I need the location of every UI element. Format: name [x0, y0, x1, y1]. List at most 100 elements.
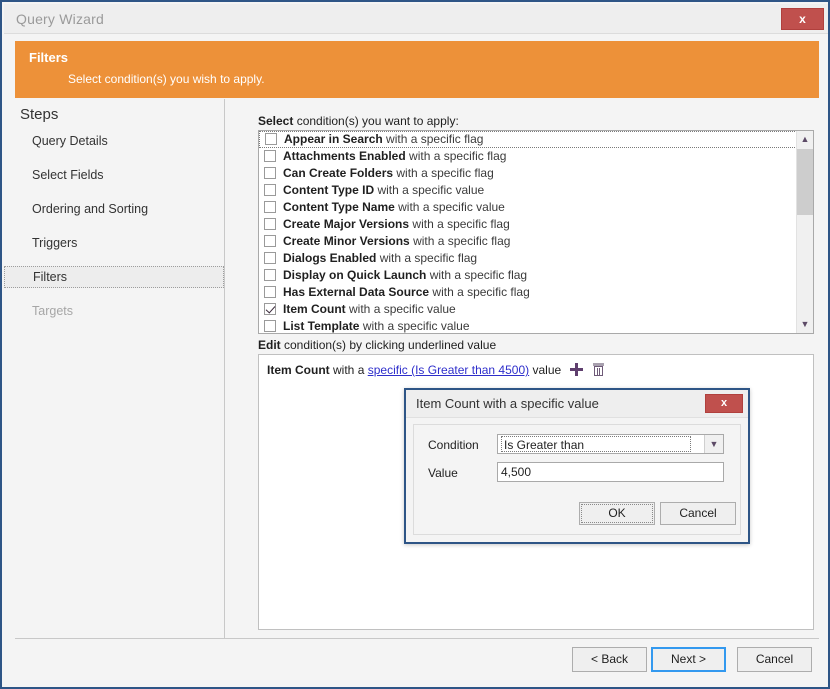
condition-list-item[interactable]: Create Minor Versions with a specific fl…	[259, 233, 797, 250]
condition-descriptor: with a specific flag	[412, 217, 510, 231]
page-banner: Filters Select condition(s) you wish to …	[15, 41, 819, 98]
steps-sidebar: Steps Query Details Select Fields Ordering…	[4, 99, 224, 638]
checkbox-icon[interactable]	[264, 320, 276, 332]
condition-name: Create Major Versions	[283, 217, 410, 231]
window-titlebar: Query Wizard x	[4, 4, 828, 34]
conditions-list: Appear in Search with a specific flag Att…	[259, 131, 797, 333]
condition-list-item[interactable]: List Template with a specific value	[259, 318, 797, 333]
sidebar-item-label: Triggers	[32, 236, 78, 250]
checkbox-icon[interactable]	[264, 252, 276, 264]
condition-descriptor: with a specific flag	[386, 132, 484, 146]
dialog-ok-button[interactable]: OK	[579, 502, 655, 525]
item-count-dialog: Item Count with a specific value x Condi…	[404, 388, 750, 544]
condition-list-item[interactable]: Appear in Search with a specific flag	[259, 131, 797, 148]
condition-name: Has External Data Source	[283, 285, 430, 299]
select-conditions-label-bold: Select	[258, 114, 294, 128]
condition-list-item[interactable]: Content Type ID with a specific value	[259, 182, 797, 199]
value-field-label: Value	[428, 466, 458, 480]
condition-descriptor: with a specific flag	[379, 251, 478, 265]
sidebar-item-label: Targets	[32, 304, 73, 318]
checkbox-icon[interactable]	[264, 218, 276, 230]
condition-descriptor: with a specific flag	[409, 149, 507, 163]
condition-descriptor: with a specific value	[398, 200, 505, 214]
sidebar-item-label: Select Fields	[32, 168, 104, 182]
condition-descriptor: with a specific flag	[396, 166, 494, 180]
select-conditions-label-rest: condition(s) you want to apply:	[293, 114, 459, 128]
condition-list-item[interactable]: Content Type Name with a specific value	[259, 199, 797, 216]
sidebar-item-query-details[interactable]: Query Details	[4, 130, 224, 152]
checkbox-icon[interactable]	[264, 167, 276, 179]
sidebar-item-targets: Targets	[4, 300, 224, 322]
filters-panel: Select condition(s) you want to apply: A…	[226, 99, 828, 638]
edit-conditions-label-bold: Edit	[258, 338, 281, 352]
checkbox-checked-icon[interactable]	[264, 303, 276, 315]
condition-name: Dialogs Enabled	[283, 251, 377, 265]
condition-select[interactable]: Is Greater than ▼	[497, 434, 724, 454]
condition-name: Display on Quick Launch	[283, 268, 427, 282]
chevron-down-icon[interactable]: ▼	[704, 435, 723, 453]
sidebar-divider	[224, 99, 225, 638]
condition-list-item[interactable]: Display on Quick Launch with a specific …	[259, 267, 797, 284]
trash-icon[interactable]	[592, 363, 604, 376]
condition-list-item[interactable]: Attachments Enabled with a specific flag	[259, 148, 797, 165]
condition-name: Create Minor Versions	[283, 234, 410, 248]
select-conditions-label: Select condition(s) you want to apply:	[258, 114, 459, 128]
dialog-titlebar: Item Count with a specific value x	[406, 390, 748, 418]
checkbox-icon[interactable]	[264, 235, 276, 247]
scroll-down-icon[interactable]: ▼	[797, 316, 813, 333]
condition-list-item[interactable]: Can Create Folders with a specific flag	[259, 165, 797, 182]
back-button[interactable]: < Back	[572, 647, 647, 672]
checkbox-icon[interactable]	[264, 150, 276, 162]
condition-field-name: Item Count	[267, 363, 330, 377]
dialog-close-icon[interactable]: x	[705, 394, 743, 413]
sidebar-item-label: Filters	[33, 270, 68, 284]
condition-list-item[interactable]: Dialogs Enabled with a specific flag	[259, 250, 797, 267]
sidebar-item-ordering-and-sorting[interactable]: Ordering and Sorting	[4, 198, 224, 220]
cancel-button[interactable]: Cancel	[737, 647, 812, 672]
sidebar-item-filters[interactable]: Filters	[4, 266, 224, 288]
conditions-listbox[interactable]: Appear in Search with a specific flag Att…	[258, 130, 814, 334]
condition-field-label: Condition	[428, 438, 479, 452]
condition-descriptor: with a specific flag	[432, 285, 530, 299]
sidebar-item-label: Ordering and Sorting	[32, 202, 149, 216]
condition-name: Content Type Name	[283, 200, 395, 214]
condition-name: Can Create Folders	[283, 166, 394, 180]
sidebar-item-triggers[interactable]: Triggers	[4, 232, 224, 254]
checkbox-icon[interactable]	[264, 286, 276, 298]
scrollbar-thumb[interactable]	[797, 149, 813, 215]
sidebar-item-select-fields[interactable]: Select Fields	[4, 164, 224, 186]
plus-icon[interactable]	[569, 363, 583, 376]
window-title: Query Wizard	[16, 11, 104, 27]
dialog-title: Item Count with a specific value	[416, 396, 599, 411]
checkbox-icon[interactable]	[264, 269, 276, 281]
next-button[interactable]: Next >	[651, 647, 726, 672]
scroll-up-icon[interactable]: ▲	[797, 131, 813, 148]
checkbox-icon[interactable]	[264, 201, 276, 213]
condition-name: Item Count	[283, 302, 346, 316]
query-wizard-window: Query Wizard x Filters Select condition(…	[0, 0, 830, 689]
condition-list-item[interactable]: Item Count with a specific value	[259, 301, 797, 318]
footer-divider	[15, 638, 819, 639]
condition-descriptor: with a specific value	[349, 302, 456, 316]
condition-descriptor: with a specific value	[377, 183, 485, 197]
edit-conditions-label-rest: condition(s) by clicking underlined valu…	[280, 338, 497, 352]
condition-list-item[interactable]: Create Major Versions with a specific fl…	[259, 216, 797, 233]
condition-descriptor: with a specific value	[362, 319, 470, 333]
banner-title: Filters	[29, 50, 69, 65]
condition-name: Content Type ID	[283, 183, 375, 197]
condition-descriptor: with a specific flag	[429, 268, 528, 282]
conditions-scrollbar[interactable]: ▲ ▼	[796, 131, 813, 333]
close-icon[interactable]: x	[781, 8, 824, 30]
condition-value-link[interactable]: specific (Is Greater than 4500)	[368, 363, 529, 377]
sidebar-item-label: Query Details	[32, 134, 108, 148]
condition-descriptor: with a specific flag	[413, 234, 511, 248]
condition-prefix: with a	[333, 363, 365, 377]
dialog-cancel-button[interactable]: Cancel	[660, 502, 736, 525]
value-input[interactable]	[497, 462, 724, 482]
condition-select-value: Is Greater than	[501, 436, 691, 452]
edit-conditions-label: Edit condition(s) by clicking underlined…	[258, 338, 496, 352]
checkbox-icon[interactable]	[264, 184, 276, 196]
condition-list-item[interactable]: Has External Data Source with a specific…	[259, 284, 797, 301]
condition-row: Item Count with a specific (Is Greater t…	[267, 363, 604, 377]
checkbox-icon[interactable]	[265, 133, 277, 145]
